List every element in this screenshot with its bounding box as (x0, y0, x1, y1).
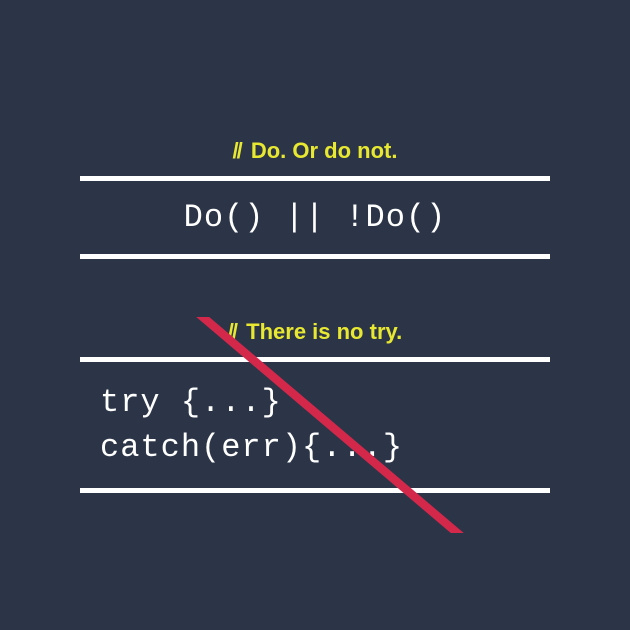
code-try-line: try {...} (100, 380, 530, 425)
comment-try: // There is no try. (80, 319, 550, 345)
comment-do: // Do. Or do not. (80, 138, 550, 164)
divider-bottom-2 (80, 488, 550, 493)
comment-text-try: There is no try. (246, 319, 402, 344)
strike-container: try {...} catch(err){...} (80, 357, 550, 493)
comment-slashes: // (232, 138, 240, 163)
code-catch-line: catch(err){...} (100, 425, 530, 470)
code-do: Do() || !Do() (80, 181, 550, 254)
comment-text-do: Do. Or do not. (251, 138, 398, 163)
section-no-try: // There is no try. try {...} catch(err)… (80, 319, 550, 493)
divider-bottom-1 (80, 254, 550, 259)
section-do-or-do-not: // Do. Or do not. Do() || !Do() (80, 138, 550, 259)
code-try-catch: try {...} catch(err){...} (80, 362, 550, 488)
comment-slashes: // (228, 319, 236, 344)
